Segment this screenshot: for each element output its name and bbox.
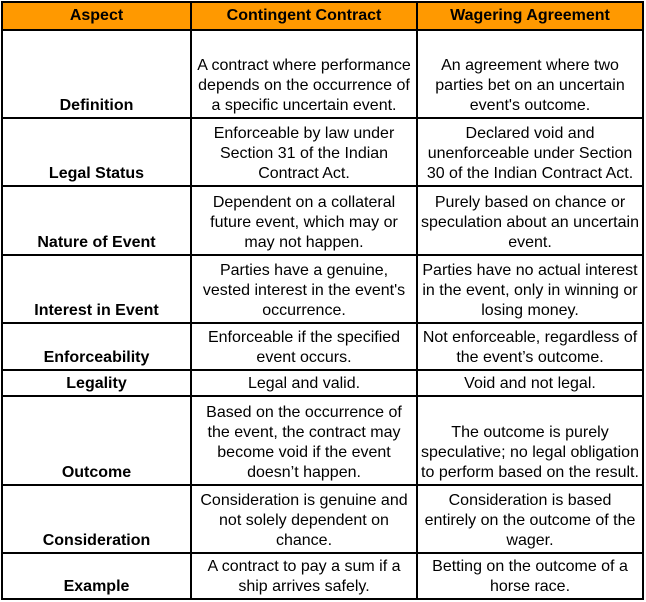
header-wagering-agreement: Wagering Agreement — [416, 1, 644, 31]
contingent-cell: Parties have a genuine, vested interest … — [190, 254, 418, 324]
aspect-cell: Legal Status — [1, 117, 192, 187]
contingent-cell: Based on the occurrence of the event, th… — [190, 395, 418, 486]
table-body: Definition A contract where performance … — [1, 29, 644, 600]
aspect-cell: Interest in Event — [1, 254, 192, 324]
contingent-cell: Consideration is genuine and not solely … — [190, 484, 418, 554]
wagering-cell: An agreement where two parties bet on an… — [416, 29, 644, 119]
table-row: Nature of Event Dependent on a collatera… — [1, 185, 644, 256]
aspect-cell: Outcome — [1, 395, 192, 486]
aspect-cell: Definition — [1, 29, 192, 119]
contingent-cell: Dependent on a collateral future event, … — [190, 185, 418, 256]
aspect-cell: Example — [1, 552, 192, 600]
header-contingent-contract: Contingent Contract — [190, 1, 418, 31]
contingent-cell: A contract to pay a sum if a ship arrive… — [190, 552, 418, 600]
wagering-cell: Not enforceable, regardless of the event… — [416, 322, 644, 371]
table-row: Example A contract to pay a sum if a shi… — [1, 552, 644, 600]
header-row: Aspect Contingent Contract Wagering Agre… — [1, 1, 644, 31]
wagering-cell: Purely based on chance or speculation ab… — [416, 185, 644, 256]
table-header: Aspect Contingent Contract Wagering Agre… — [1, 1, 644, 31]
wagering-cell: Declared void and unenforceable under Se… — [416, 117, 644, 187]
wagering-cell: Consideration is based entirely on the o… — [416, 484, 644, 554]
aspect-cell: Enforceability — [1, 322, 192, 371]
aspect-cell: Nature of Event — [1, 185, 192, 256]
table-row: Definition A contract where performance … — [1, 29, 644, 119]
table-row: Legality Legal and valid. Void and not l… — [1, 369, 644, 397]
comparison-table: Aspect Contingent Contract Wagering Agre… — [1, 1, 644, 600]
wagering-cell: Betting on the outcome of a horse race. — [416, 552, 644, 600]
table-row: Consideration Consideration is genuine a… — [1, 484, 644, 554]
aspect-cell: Legality — [1, 369, 192, 397]
table-row: Legal Status Enforceable by law under Se… — [1, 117, 644, 187]
table-row: Interest in Event Parties have a genuine… — [1, 254, 644, 324]
header-aspect: Aspect — [1, 1, 192, 31]
wagering-cell: The outcome is purely speculative; no le… — [416, 395, 644, 486]
aspect-cell: Consideration — [1, 484, 192, 554]
wagering-cell: Parties have no actual interest in the e… — [416, 254, 644, 324]
contingent-cell: A contract where performance depends on … — [190, 29, 418, 119]
contingent-cell: Enforceable by law under Section 31 of t… — [190, 117, 418, 187]
contingent-cell: Legal and valid. — [190, 369, 418, 397]
table-row: Outcome Based on the occurrence of the e… — [1, 395, 644, 486]
wagering-cell: Void and not legal. — [416, 369, 644, 397]
contingent-cell: Enforceable if the specified event occur… — [190, 322, 418, 371]
table-row: Enforceability Enforceable if the specif… — [1, 322, 644, 371]
